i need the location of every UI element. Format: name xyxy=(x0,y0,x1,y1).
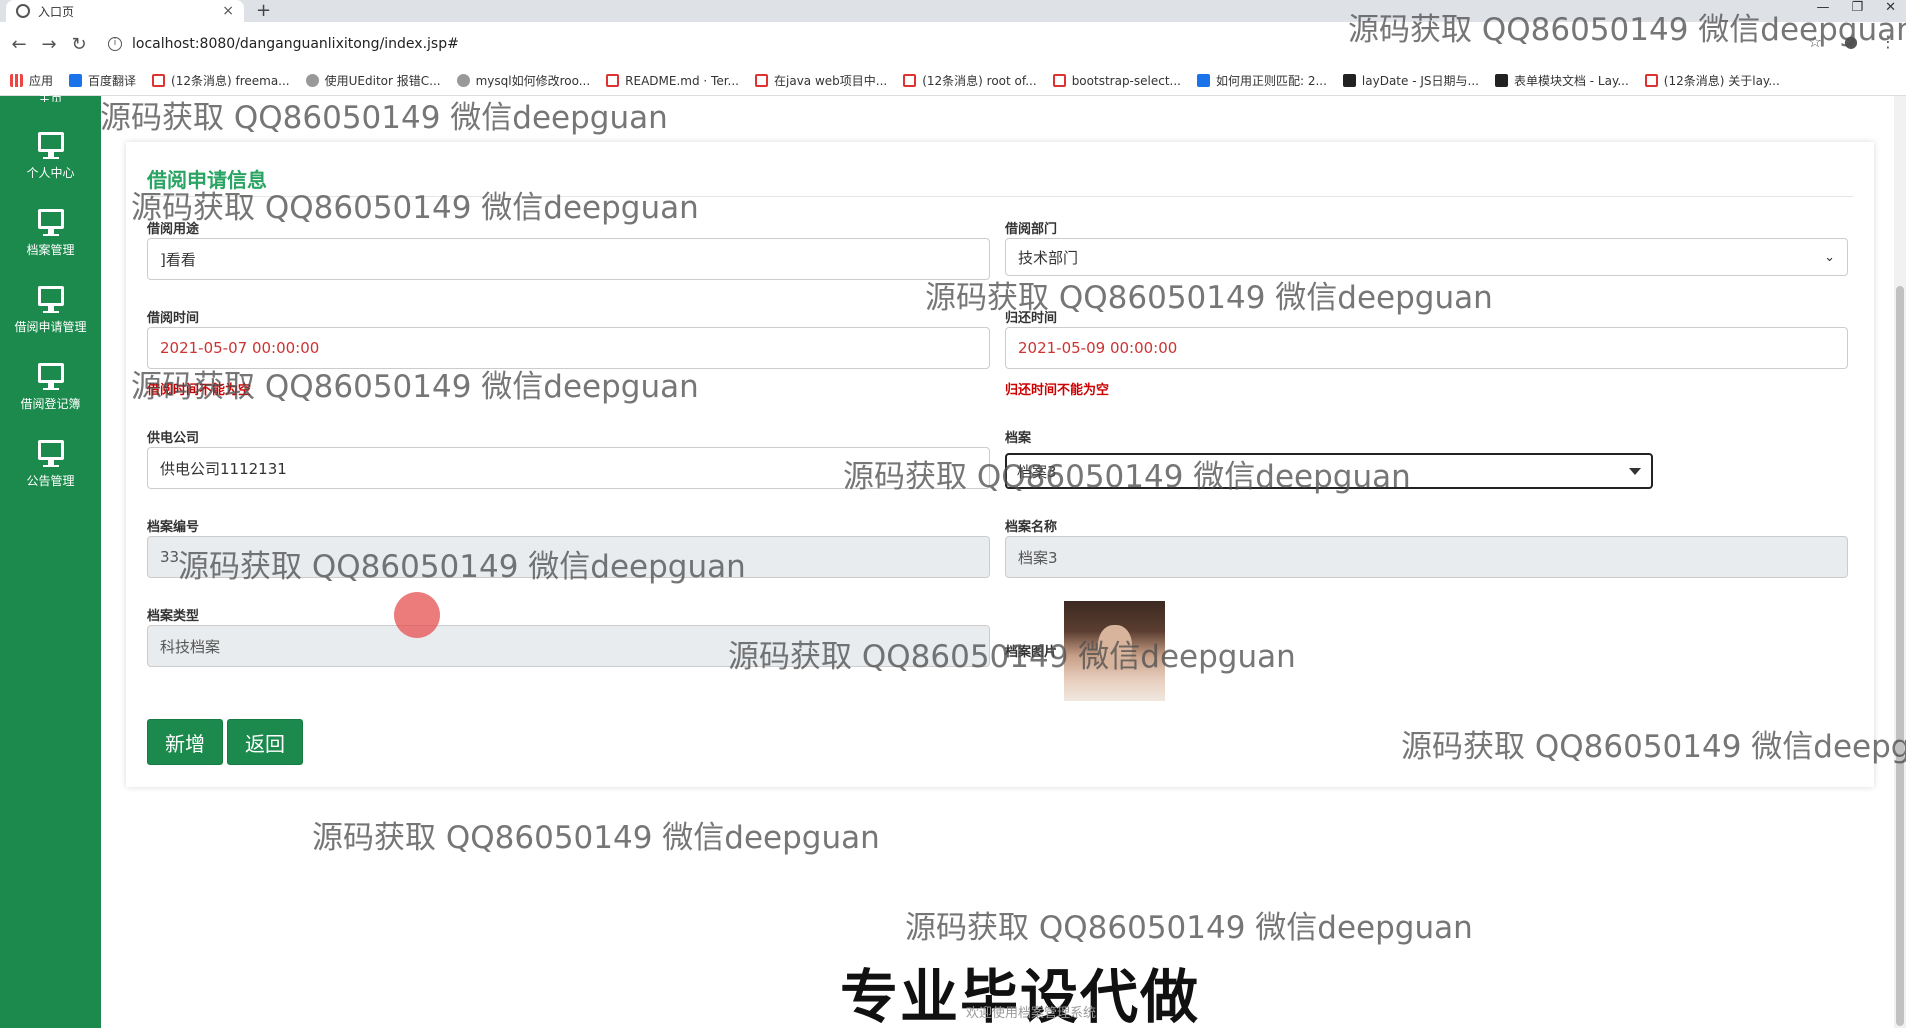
bookmark-icon xyxy=(456,74,470,87)
bookmark-item[interactable]: 应用 xyxy=(10,72,53,89)
archive-name-input: 档案3 xyxy=(1005,536,1848,578)
bookmark-item[interactable]: 表单模块文档 - Lay... xyxy=(1494,72,1629,89)
sidebar-item-archives[interactable]: 档案管理 xyxy=(0,195,101,272)
chevron-down-icon: ⌄ xyxy=(1824,249,1835,265)
bookmark-item[interactable]: mysql如何修改roo... xyxy=(456,72,590,89)
sidebar-item-label: 借阅登记簿 xyxy=(20,397,81,411)
watermark: 源码获取 QQ86050149 微信deepguan xyxy=(1401,729,1906,765)
sidebar-item-borrow-register[interactable]: 借阅登记簿 xyxy=(0,349,101,426)
reload-icon[interactable]: ↻ xyxy=(64,34,94,55)
bookmark-icon xyxy=(1052,74,1066,87)
sidebar-item-label: 个人中心 xyxy=(26,166,75,180)
monitor-icon xyxy=(37,209,64,236)
scrollbar-thumb[interactable] xyxy=(1896,286,1904,1026)
bookmark-icon xyxy=(903,74,917,87)
archive-name-label: 档案名称 xyxy=(1005,520,1058,535)
sidebar-item-label: 公告管理 xyxy=(26,474,75,488)
archive-name-field-group: 档案名称 档案3 xyxy=(1005,516,1848,578)
sidebar-item-notices[interactable]: 公告管理 xyxy=(0,426,101,503)
department-select[interactable]: 技术部门 ⌄ xyxy=(1005,238,1848,276)
bookmark-icon xyxy=(606,74,620,87)
monitor-icon xyxy=(37,132,64,159)
monitor-icon xyxy=(37,440,64,467)
archive-label: 档案 xyxy=(1005,431,1032,446)
watermark: 源码获取 QQ86050149 微信deepguan xyxy=(131,369,699,405)
footer-text: 欢迎使用档案管理系统 xyxy=(966,1006,1097,1021)
bookmark-item[interactable]: (12条消息) freema... xyxy=(152,72,290,89)
watermark: 源码获取 QQ86050149 微信deepguan xyxy=(131,190,699,226)
watermark: 源码获取 QQ86050149 微信deepguan xyxy=(925,280,1493,316)
bookmark-icon xyxy=(1342,74,1356,87)
purpose-field-group: 借阅用途 ]看看 xyxy=(147,218,990,280)
sidebar-item-home[interactable]: 主页 xyxy=(0,90,101,102)
bookmark-icon xyxy=(152,74,166,87)
watermark: 源码获取 QQ86050149 微信deepguan xyxy=(178,549,746,585)
watermark: 源码获取 QQ86050149 微信deepguan xyxy=(1348,12,1906,48)
apps-icon xyxy=(10,74,23,87)
bookmark-icon xyxy=(1644,74,1658,87)
tab-title: 入口页 xyxy=(38,4,75,19)
sidebar-item-label: 借阅申请管理 xyxy=(14,320,87,334)
bookmark-item[interactable]: 在java web项目中... xyxy=(755,72,887,89)
cursor-highlight xyxy=(394,592,440,638)
bookmark-item[interactable]: 百度翻译 xyxy=(69,72,136,89)
caret-down-icon xyxy=(1629,467,1641,475)
bookmark-item[interactable]: bootstrap-select... xyxy=(1052,74,1181,88)
close-icon[interactable]: × xyxy=(222,3,234,19)
bookmark-icon xyxy=(755,74,768,87)
back-icon[interactable]: ← xyxy=(4,34,34,55)
purpose-input[interactable]: ]看看 xyxy=(147,238,990,280)
bookmark-item[interactable]: (12条消息) 关于lay... xyxy=(1644,72,1780,89)
info-icon[interactable]: i xyxy=(108,37,122,51)
bookmark-icon xyxy=(1494,74,1508,87)
watermark: 源码获取 QQ86050149 微信deepguan xyxy=(843,459,1411,495)
power-company-label: 供电公司 xyxy=(147,431,200,446)
department-value: 技术部门 xyxy=(1018,248,1079,267)
forward-icon[interactable]: → xyxy=(34,34,64,55)
sidebar-item-borrow-requests[interactable]: 借阅申请管理 xyxy=(0,272,101,349)
back-button[interactable]: 返回 xyxy=(227,719,303,765)
globe-icon xyxy=(16,4,30,18)
return-time-field-group: 归还时间 2021-05-09 00:00:00 归还时间不能为空 xyxy=(1005,307,1848,398)
return-time-input[interactable]: 2021-05-09 00:00:00 xyxy=(1005,327,1848,369)
url-text: localhost:8080/danganguanlixitong/index.… xyxy=(132,36,459,52)
bookmark-icon xyxy=(1196,74,1210,87)
archive-type-label: 档案类型 xyxy=(147,609,200,624)
url-field[interactable]: i localhost:8080/danganguanlixitong/inde… xyxy=(108,36,459,52)
sidebar: 主页 个人中心 档案管理 借阅申请管理 借阅登记簿 公告管理 xyxy=(0,92,101,1028)
add-button[interactable]: 新增 xyxy=(147,719,223,765)
bookmark-item[interactable]: README.md · Ter... xyxy=(606,74,739,88)
watermark: 源码获取 QQ86050149 微信deepguan xyxy=(905,910,1473,946)
bookmark-item[interactable]: (12条消息) root of... xyxy=(903,72,1037,89)
archive-no-label: 档案编号 xyxy=(147,520,200,535)
scrollbar[interactable] xyxy=(1894,96,1906,1028)
sidebar-item-label: 档案管理 xyxy=(26,243,75,257)
bookmark-item[interactable]: layDate - JS日期与... xyxy=(1342,72,1479,89)
sidebar-item-profile[interactable]: 个人中心 xyxy=(0,118,101,195)
bookmark-item[interactable]: 使用UEditor 报错C... xyxy=(305,72,441,89)
bookmark-icon xyxy=(305,74,319,87)
department-field-group: 借阅部门 技术部门 ⌄ xyxy=(1005,218,1848,276)
watermark: 源码获取 QQ86050149 微信deepguan xyxy=(100,100,668,136)
watermark: 源码获取 QQ86050149 微信deepguan xyxy=(728,639,1296,675)
bookmark-icon xyxy=(69,74,83,87)
bookmark-item[interactable]: 如何用正则匹配: 2... xyxy=(1196,72,1327,89)
watermark: 源码获取 QQ86050149 微信deepguan xyxy=(312,820,880,856)
return-time-error: 归还时间不能为空 xyxy=(1005,383,1110,398)
archive-field-group: 档案 xyxy=(1005,427,1848,447)
monitor-icon xyxy=(37,363,64,390)
department-label: 借阅部门 xyxy=(1005,222,1058,237)
new-tab-icon[interactable]: + xyxy=(256,0,271,21)
browser-tab[interactable]: 入口页 × xyxy=(6,0,244,22)
monitor-icon xyxy=(37,286,64,313)
borrow-time-label: 借阅时间 xyxy=(147,311,200,326)
